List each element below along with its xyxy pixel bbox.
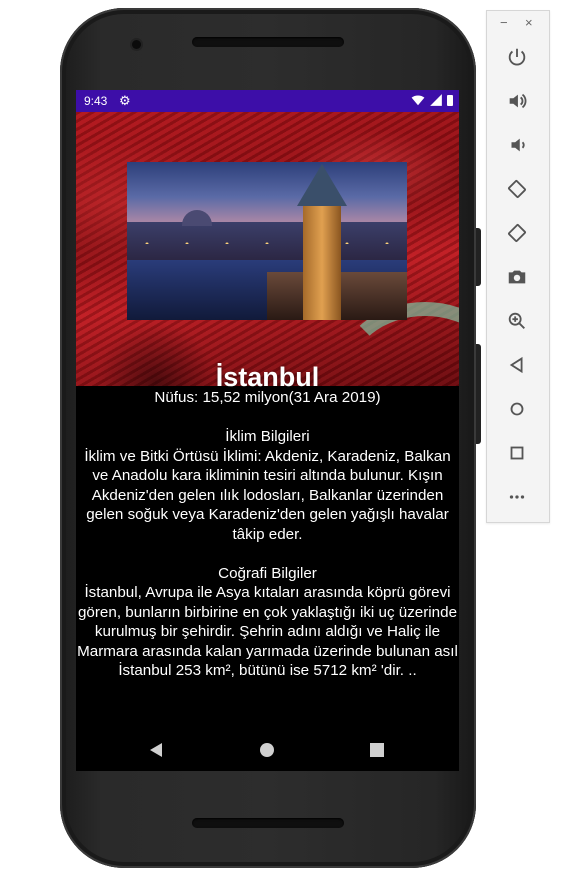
navigation-bar bbox=[76, 731, 459, 771]
back-nav-icon[interactable] bbox=[503, 351, 531, 379]
galata-tower bbox=[303, 202, 341, 320]
rotate-right-icon[interactable] bbox=[503, 219, 531, 247]
city-info: Nüfus: 15,52 milyon(31 Ara 2019) İklim B… bbox=[76, 388, 459, 681]
emulator-toolbar: − × bbox=[486, 10, 550, 523]
back-icon[interactable] bbox=[150, 743, 162, 757]
home-icon[interactable] bbox=[260, 743, 274, 757]
recents-icon[interactable] bbox=[370, 743, 384, 757]
geography-text: İstanbul, Avrupa ile Asya kıtaları arası… bbox=[77, 584, 458, 679]
power-side-button[interactable] bbox=[476, 344, 481, 444]
bottom-speaker bbox=[192, 818, 344, 828]
status-bar: 9:43 ⚙ bbox=[76, 90, 459, 112]
signal-icon bbox=[430, 94, 442, 106]
climate-text: İklim ve Bitki Örtüsü İklimi: Akdeniz, K… bbox=[84, 447, 451, 543]
climate-heading: İklim Bilgileri bbox=[225, 428, 310, 445]
mosque-silhouette bbox=[182, 210, 212, 226]
close-button[interactable]: × bbox=[525, 15, 533, 30]
volume-rocker[interactable] bbox=[476, 228, 481, 286]
more-icon[interactable] bbox=[503, 483, 531, 511]
gear-icon: ⚙ bbox=[119, 93, 131, 108]
header-banner: İstanbul bbox=[76, 112, 459, 442]
camera-icon[interactable] bbox=[503, 263, 531, 291]
device-screen: 9:43 ⚙ İstanbul Nüfus: 15,52 milyon(31 A… bbox=[76, 90, 459, 771]
rotate-left-icon[interactable] bbox=[503, 175, 531, 203]
status-time: 9:43 bbox=[84, 94, 108, 108]
overview-icon[interactable] bbox=[503, 439, 531, 467]
geography-heading: Coğrafi Bilgiler bbox=[218, 564, 317, 582]
front-camera bbox=[132, 40, 141, 49]
wifi-icon bbox=[411, 95, 425, 106]
zoom-icon[interactable] bbox=[503, 307, 531, 335]
battery-icon bbox=[447, 94, 453, 106]
city-photo bbox=[127, 162, 407, 320]
home-nav-icon[interactable] bbox=[503, 395, 531, 423]
minimize-button[interactable]: − bbox=[500, 15, 508, 30]
top-speaker bbox=[192, 37, 344, 47]
volume-down-icon[interactable] bbox=[503, 131, 531, 159]
population-text: Nüfus: 15,52 milyon(31 Ara 2019) bbox=[154, 389, 381, 406]
power-icon[interactable] bbox=[503, 43, 531, 71]
volume-up-icon[interactable] bbox=[503, 87, 531, 115]
